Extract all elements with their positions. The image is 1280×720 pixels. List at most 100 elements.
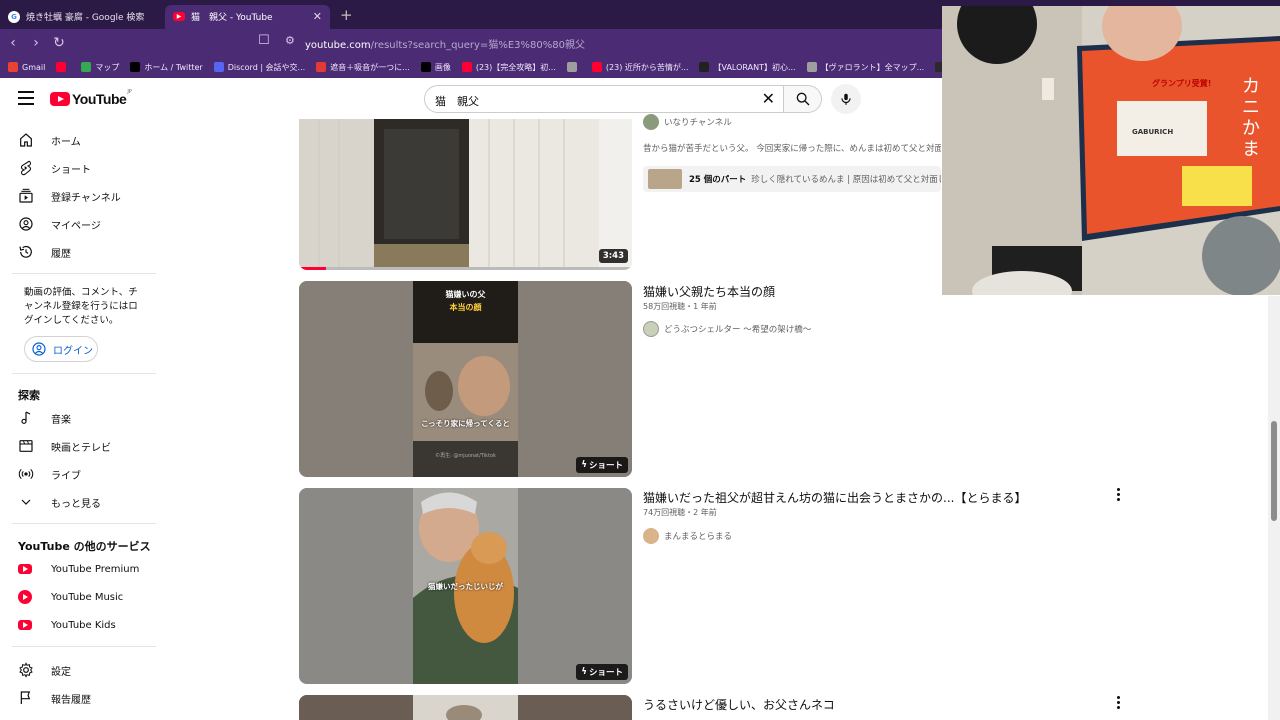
channel-avatar xyxy=(643,321,659,337)
bookmark-icon xyxy=(130,62,141,72)
new-tab-icon[interactable]: + xyxy=(340,6,353,24)
live-icon xyxy=(18,468,34,480)
screen: G 焼き牡蠣 豪腐 - Google 検索 ▶ 猫 親父 - YouTube ✕… xyxy=(0,0,1280,720)
channel-name: どうぶつシェルター ～希望の架け橋～ xyxy=(664,325,812,335)
bookmark-icon xyxy=(806,62,817,72)
watch-progress-bar xyxy=(299,267,326,270)
logo-region: JP xyxy=(127,89,132,95)
bookmark-item[interactable]: (23)【完全攻略】初... xyxy=(461,62,556,73)
page-scrollbar[interactable] xyxy=(1268,296,1280,720)
channel-link[interactable]: まんまるとらまる xyxy=(643,528,732,544)
bookmark-label: マップ xyxy=(95,62,120,72)
shorts-badge: ϟ ショート xyxy=(576,457,628,473)
sidebar-item-label: ショート xyxy=(51,164,91,176)
music-icon xyxy=(21,411,31,424)
video-title[interactable]: うるさいけど優しい、お父さんネコ xyxy=(643,696,835,713)
sidebar-item-report-history[interactable]: 報告履歴 xyxy=(0,684,156,712)
channel-link[interactable]: どうぶつシェルター ～希望の架け橋～ xyxy=(643,321,811,337)
sidebar-item-label: 登録チャンネル xyxy=(51,192,121,204)
menu-icon[interactable] xyxy=(18,91,34,105)
bookmark-item[interactable] xyxy=(56,62,70,72)
video-title[interactable]: 猫嫌い父親たち本当の顔 xyxy=(643,283,775,300)
home-icon xyxy=(20,133,32,147)
package-brand: GABURICH xyxy=(1132,128,1174,136)
bookmark-item[interactable]: マップ xyxy=(81,62,119,73)
bookmark-item[interactable]: 【ヴァロラント】全マップ... xyxy=(806,62,924,73)
sidebar-item-youtube-music[interactable]: YouTube Music xyxy=(0,583,156,611)
bookmark-item[interactable] xyxy=(566,62,581,72)
video-description: 昔から猫が苦手だという父。 今回実家に帰った際に、めんまは初めて父と対面しま xyxy=(643,144,941,154)
sidebar-item-history[interactable]: 履歴 xyxy=(0,238,156,266)
webcam-overlay: グランプリ受賞! カニかま GABURICH xyxy=(942,6,1280,295)
watch-progress-track xyxy=(299,267,632,270)
video-thumbnail[interactable]: 猫嫌いだったじいじが ϟ ショート xyxy=(299,488,632,684)
youtube-logo[interactable]: YouTube JP xyxy=(50,89,132,107)
sidebar-item-shorts[interactable]: ショート xyxy=(0,154,156,182)
thumbnail-image xyxy=(299,695,632,720)
sidebar-item-label: マイページ xyxy=(51,220,101,232)
bookmark-item[interactable]: ホーム / Twitter xyxy=(130,62,203,73)
subscriptions-icon xyxy=(19,188,33,203)
bookmark-item[interactable]: 遮音＋吸音が一つに... xyxy=(316,62,410,73)
bookmark-item[interactable]: Discord | 会話や交... xyxy=(213,62,305,73)
login-label: ログイン xyxy=(53,345,93,357)
sidebar-item-subscriptions[interactable]: 登録チャンネル xyxy=(0,182,156,210)
thumbnail-caption: 猫嫌いだったじいじが xyxy=(428,582,503,591)
microphone-icon xyxy=(841,93,851,105)
sidebar-item-label: ライブ xyxy=(51,470,81,482)
sidebar-item-my-page[interactable]: マイページ xyxy=(0,210,156,238)
google-icon: G xyxy=(8,10,20,23)
movies-icon xyxy=(19,440,33,452)
youtube-play-icon xyxy=(50,92,70,106)
reload-icon[interactable]: ↻ xyxy=(49,35,69,51)
bookmark-icon[interactable]: ☐ xyxy=(258,33,270,48)
bookmark-label: (23) 近所から苦情が... xyxy=(605,62,689,72)
services-heading: YouTube の他のサービス xyxy=(18,540,151,553)
scrollbar-thumb[interactable] xyxy=(1271,421,1277,521)
chapters-row[interactable]: 25 個のパート 珍しく隠れているめんま | 原因は初めて父と対面したか xyxy=(643,166,941,192)
sidebar-item-youtube-premium[interactable]: YouTube Premium xyxy=(0,555,156,583)
sidebar-item-settings[interactable]: 設定 xyxy=(0,656,156,684)
video-thumbnail[interactable] xyxy=(299,695,632,720)
url-field[interactable]: youtube.com/results?search_query=猫%E3%80… xyxy=(305,36,585,51)
sidebar-divider xyxy=(12,273,156,274)
chapter-text: 珍しく隠れているめんま | 原因は初めて父と対面したか xyxy=(751,175,941,185)
more-options-icon[interactable] xyxy=(1113,696,1123,710)
bookmark-item[interactable]: 画像 xyxy=(420,62,451,73)
login-button[interactable]: ログイン xyxy=(24,336,98,362)
search-query: 猫 親父 xyxy=(435,95,479,108)
channel-link[interactable]: いなりチャンネル xyxy=(643,114,732,130)
bookmark-label: Gmail xyxy=(22,62,46,72)
video-thumbnail[interactable]: 猫嫌いの父 本当の顔 こっそり家に帰ってくると ©再生: @mjuonat/Ti… xyxy=(299,281,632,477)
bookmark-item[interactable]: 【VALORANT】初心... xyxy=(699,62,796,73)
sidebar-item-movies-tv[interactable]: 映画とテレビ xyxy=(0,432,156,460)
sidebar-item-live[interactable]: ライブ xyxy=(0,460,156,488)
thumbnail-image xyxy=(299,119,632,270)
more-options-icon[interactable] xyxy=(1113,488,1123,502)
bookmark-item[interactable]: Gmail xyxy=(8,62,45,72)
tab-google-search[interactable]: G 焼き牡蠣 豪腐 - Google 検索 xyxy=(0,5,165,29)
video-title[interactable]: 猫嫌いだった祖父が超甘えん坊の猫に出会うとまさかの...【とらまる】 xyxy=(643,489,1026,506)
video-thumbnail[interactable]: 3:43 xyxy=(299,119,632,270)
sidebar-item-show-more[interactable]: もっと見る xyxy=(0,488,156,516)
forward-icon[interactable]: › xyxy=(26,35,46,51)
back-icon[interactable]: ‹ xyxy=(3,35,23,51)
flag-icon xyxy=(20,691,31,704)
sidebar-item-music[interactable]: 音楽 xyxy=(0,404,156,432)
duration-badge: 3:43 xyxy=(598,249,628,263)
search-button[interactable] xyxy=(784,85,822,113)
search-input[interactable]: 猫 親父 ✕ xyxy=(424,85,784,113)
shorts-badge: ϟ ショート xyxy=(576,664,628,680)
sidebar-item-youtube-kids[interactable]: YouTube Kids xyxy=(0,611,156,639)
sidebar-divider xyxy=(12,646,156,647)
clear-search-icon[interactable]: ✕ xyxy=(762,89,775,108)
sidebar-item-label: YouTube Premium xyxy=(51,563,140,575)
close-tab-icon[interactable]: ✕ xyxy=(313,10,322,23)
url-host: youtube.com xyxy=(305,40,371,51)
voice-search-button[interactable] xyxy=(831,84,861,114)
sidebar-item-home[interactable]: ホーム xyxy=(0,126,156,154)
overlay-line: 本当の顔 xyxy=(449,303,482,312)
site-info-icon[interactable]: ⚙ xyxy=(285,34,295,47)
tab-youtube[interactable]: ▶ 猫 親父 - YouTube ✕ xyxy=(165,4,330,29)
bookmark-item[interactable]: (23) 近所から苦情が... xyxy=(591,62,689,73)
